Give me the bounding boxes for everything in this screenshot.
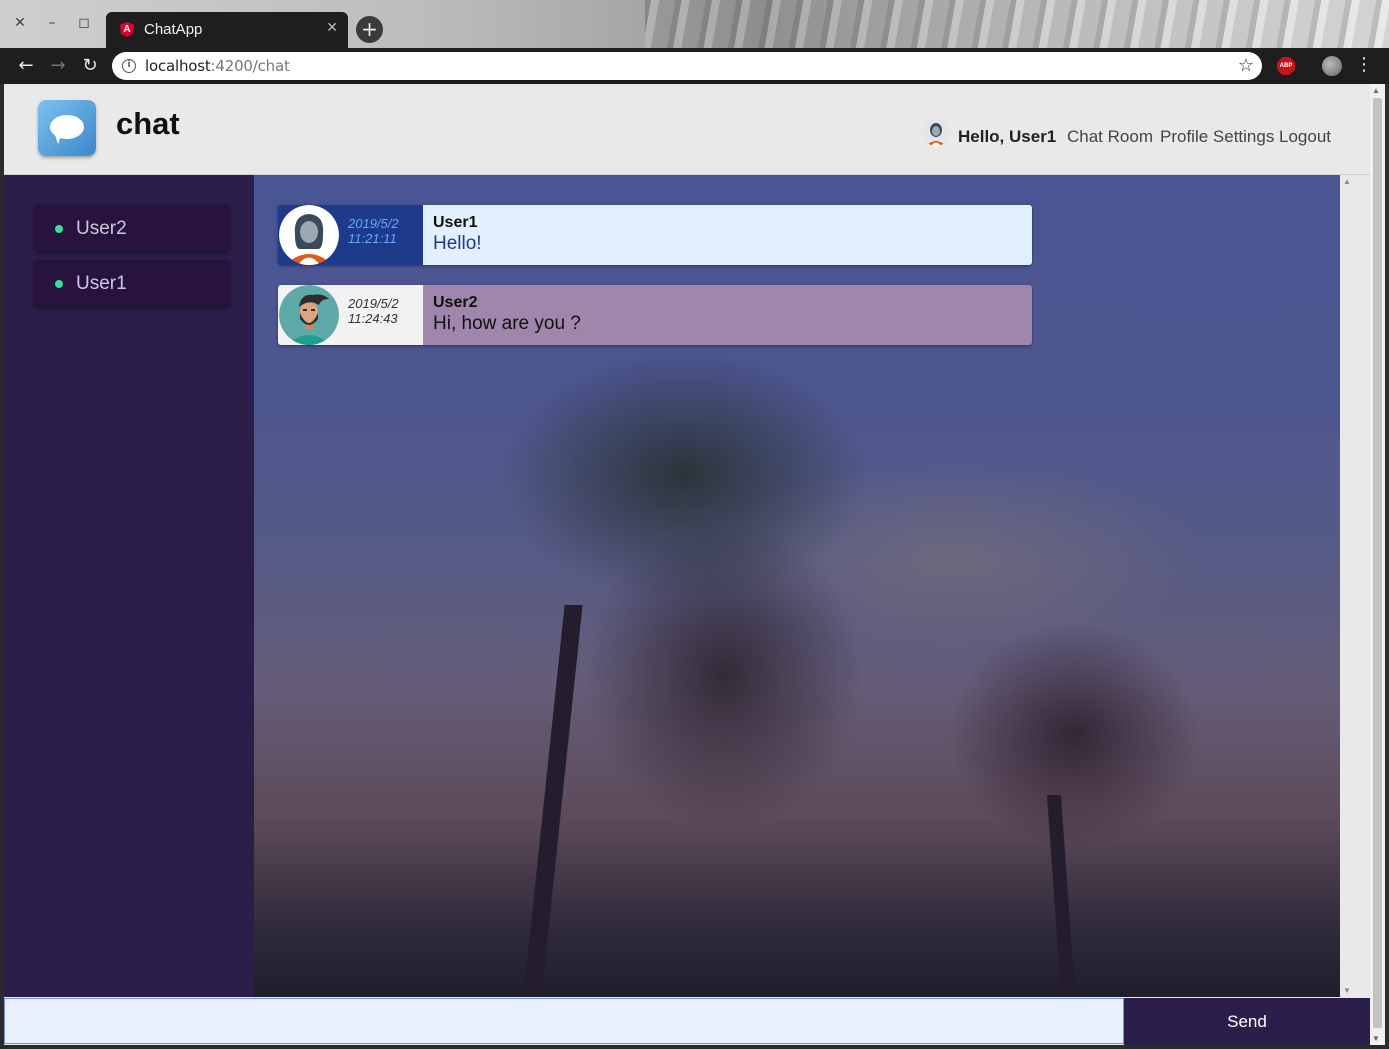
background-tree (1046, 795, 1076, 997)
greeting-text: Hello, User1 (958, 127, 1057, 146)
message-body: User1 Hello! (423, 205, 1032, 265)
profile-extension-icon[interactable] (1322, 56, 1342, 76)
online-status-icon (55, 280, 63, 288)
page-viewport: chat Hello, User1 Chat Room Profile Sett… (4, 84, 1385, 1045)
url-host: localhost (145, 57, 211, 75)
page-scrollbar[interactable]: ▲ ▼ (1370, 84, 1385, 1045)
browser-menu-icon[interactable]: ⋮ (1355, 54, 1373, 75)
adblock-extension-icon[interactable]: ABP (1277, 57, 1295, 75)
message-text: Hello! (433, 233, 482, 254)
background-tree (523, 605, 583, 997)
back-arrow-icon[interactable]: ← (14, 54, 38, 78)
address-bar[interactable]: i localhost:4200/chat ☆ (112, 52, 1262, 80)
bookmark-star-icon[interactable]: ☆ (1238, 55, 1254, 76)
message-composer: Send (4, 997, 1370, 1045)
message-body: User2 Hi, how are you ? (423, 285, 1032, 345)
online-status-icon (55, 225, 63, 233)
tab-title: ChatApp (144, 21, 203, 38)
scroll-up-icon[interactable]: ▲ (1372, 86, 1380, 95)
message-time: 11:24:43 (348, 311, 398, 326)
new-tab-button[interactable]: + (356, 16, 383, 43)
angular-icon: A (120, 22, 134, 37)
scrollbar-thumb[interactable] (1373, 98, 1382, 1028)
message-input[interactable] (4, 998, 1124, 1044)
url-text[interactable]: localhost:4200/chat (145, 57, 290, 75)
message-meta: 2019/5/2 11:24:43 (278, 285, 423, 345)
chat-scrollbar[interactable]: ▲ ▼ (1340, 175, 1355, 997)
browser-tab[interactable]: A ChatApp ✕ (106, 12, 348, 48)
browser-titlebar: ✕ – ◻ A ChatApp ✕ + (0, 0, 1389, 48)
tab-close-icon[interactable]: ✕ (326, 20, 338, 36)
browser-toolbar: ← → ↻ i localhost:4200/chat ☆ ABP ⋮ (0, 48, 1389, 84)
woman-avatar-icon (279, 205, 339, 265)
forward-arrow-icon[interactable]: → (46, 54, 70, 78)
user-list-item[interactable]: User2 (34, 205, 230, 251)
online-users-sidebar: User2 User1 (4, 175, 254, 997)
message-timestamp: 2019/5/2 11:24:43 (348, 296, 399, 326)
message-text: Hi, how are you ? (433, 313, 581, 334)
app-header: chat Hello, User1 Chat Room Profile Sett… (4, 84, 1370, 175)
message-date: 2019/5/2 (348, 216, 399, 231)
logo-bubble-tail (50, 131, 62, 145)
window-minimize-button[interactable]: – (43, 14, 61, 32)
scroll-down-icon[interactable]: ▼ (1343, 986, 1351, 995)
window-close-button[interactable]: ✕ (11, 14, 29, 32)
user-name: User1 (76, 273, 127, 294)
user-list-item[interactable]: User1 (34, 260, 230, 306)
send-button[interactable]: Send (1124, 998, 1370, 1045)
scroll-down-icon[interactable]: ▼ (1372, 1034, 1380, 1043)
message-timestamp: 2019/5/2 11:21:11 (348, 216, 399, 246)
nav-logout[interactable]: Logout (1279, 127, 1331, 147)
url-path: :4200/chat (210, 57, 290, 75)
window-maximize-button[interactable]: ◻ (75, 14, 93, 32)
message-meta: 2019/5/2 11:21:11 (278, 205, 423, 265)
nav-profile-settings[interactable]: Profile Settings (1160, 127, 1274, 147)
chat-logo-icon (38, 100, 96, 156)
chat-message: 2019/5/2 11:21:11 User1 Hello! (278, 205, 1032, 265)
reload-icon[interactable]: ↻ (78, 54, 102, 78)
site-info-icon[interactable]: i (122, 59, 136, 73)
message-date: 2019/5/2 (348, 296, 399, 311)
scroll-up-icon[interactable]: ▲ (1343, 177, 1351, 186)
user-name: User2 (76, 218, 127, 239)
chat-message: 2019/5/2 11:24:43 User2 Hi, how are you … (278, 285, 1032, 345)
user-avatar-icon (922, 118, 950, 146)
message-time: 11:21:11 (348, 231, 397, 246)
message-sender: User1 (433, 214, 478, 231)
bearded-man-avatar-icon (279, 285, 339, 345)
brand-title: chat (116, 106, 180, 141)
nav-chat-room[interactable]: Chat Room (1067, 127, 1153, 147)
chat-messages-area[interactable]: 2019/5/2 11:21:11 User1 Hello! 2019/5/2 … (254, 175, 1355, 997)
message-sender: User2 (433, 294, 478, 311)
titlebar-background (645, 0, 1389, 48)
